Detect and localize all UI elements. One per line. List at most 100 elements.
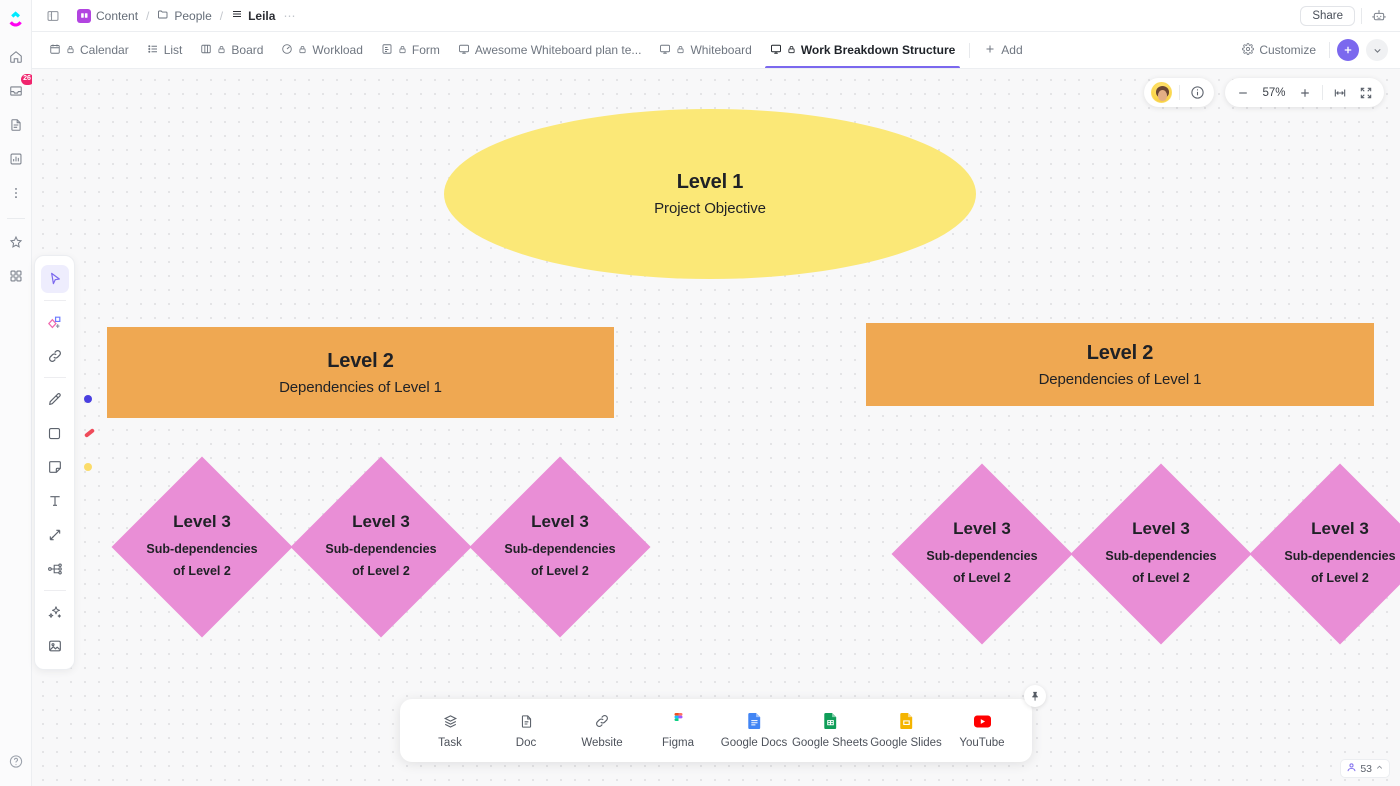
dock-item-google-sheets[interactable]: Google Sheets bbox=[792, 708, 868, 753]
dock-item-task[interactable]: Task bbox=[414, 708, 486, 753]
pen-color-dot[interactable] bbox=[83, 395, 92, 403]
dock-item-google-slides[interactable]: Google Slides bbox=[870, 708, 942, 753]
tool-rectangle[interactable] bbox=[41, 419, 95, 447]
pill-divider bbox=[1179, 85, 1180, 100]
node-level-2-left[interactable]: Level 2 Dependencies of Level 1 bbox=[107, 327, 614, 418]
node-level-3-a[interactable]: Level 3 Sub-dependencies of Level 2 bbox=[111, 456, 293, 638]
node-level-3-f-text: Level 3 Sub-dependencies of Level 2 bbox=[1255, 490, 1400, 618]
node-level-2-right[interactable]: Level 2 Dependencies of Level 1 bbox=[866, 323, 1374, 406]
node-level-3-d-subtitle: Sub-dependencies of Level 2 bbox=[926, 548, 1038, 585]
add-view-button[interactable]: Add bbox=[975, 32, 1031, 68]
tool-pen[interactable] bbox=[41, 385, 92, 413]
tab-form[interactable]: Form bbox=[372, 32, 449, 68]
tab-whiteboard[interactable]: Whiteboard bbox=[650, 32, 760, 68]
tab-label-board: Board bbox=[231, 43, 264, 57]
tool-shapes[interactable] bbox=[41, 308, 69, 336]
sidebar-item-docs[interactable] bbox=[3, 112, 29, 138]
dock-item-figma[interactable]: Figma bbox=[642, 708, 714, 753]
sidebar-item-inbox[interactable]: 26 bbox=[3, 74, 34, 104]
tool-sticky-note[interactable] bbox=[41, 453, 92, 481]
google-slides-icon bbox=[899, 712, 913, 730]
node-level-3-d-title: Level 3 bbox=[953, 518, 1011, 538]
customize-label: Customize bbox=[1259, 43, 1316, 57]
zoom-level[interactable]: 57% bbox=[1257, 87, 1291, 99]
help-circle-icon[interactable] bbox=[8, 754, 23, 774]
breadcrumb-separator-2: / bbox=[219, 8, 224, 23]
node-level-3-a-text: Level 3 Sub-dependencies of Level 2 bbox=[117, 483, 287, 611]
robot-ai-icon[interactable] bbox=[1368, 5, 1390, 27]
tab-label-awesome-whiteboard: Awesome Whiteboard plan te... bbox=[474, 43, 642, 57]
fit-width-icon[interactable] bbox=[1328, 81, 1352, 105]
sidebar-item-dashboards[interactable] bbox=[3, 146, 29, 172]
online-users-indicator[interactable]: 53 bbox=[1340, 759, 1390, 778]
tool-link[interactable] bbox=[41, 342, 69, 370]
list-icon bbox=[147, 43, 159, 58]
node-level-3-b[interactable]: Level 3 Sub-dependencies of Level 2 bbox=[290, 456, 472, 638]
node-level-3-e-title: Level 3 bbox=[1132, 518, 1190, 538]
breadcrumb-label-people: People bbox=[174, 8, 212, 23]
node-level-3-e[interactable]: Level 3 Sub-dependencies of Level 2 bbox=[1070, 463, 1252, 645]
tool-text[interactable] bbox=[41, 487, 69, 515]
sidebar-item-apps[interactable] bbox=[3, 263, 29, 289]
breadcrumb-item-leila[interactable]: Leila bbox=[228, 6, 278, 25]
tool-ai-magic[interactable] bbox=[41, 598, 69, 626]
breadcrumb-label-leila: Leila bbox=[248, 8, 276, 23]
folder-icon bbox=[157, 8, 169, 23]
tab-work-breakdown-structure[interactable]: Work Breakdown Structure bbox=[761, 32, 964, 68]
sidebar-toggle-icon[interactable] bbox=[42, 5, 64, 27]
node-level-3-f-title: Level 3 bbox=[1311, 518, 1369, 538]
dock-item-website[interactable]: Website bbox=[566, 708, 638, 753]
zoom-out-button[interactable] bbox=[1231, 81, 1255, 105]
sticky-color-dot[interactable] bbox=[83, 463, 92, 471]
tool-select[interactable] bbox=[40, 265, 69, 293]
tab-board[interactable]: Board bbox=[191, 32, 272, 68]
lock-icon bbox=[217, 43, 226, 57]
dock-item-google-docs[interactable]: Google Docs bbox=[718, 708, 790, 753]
gear-icon bbox=[1242, 42, 1255, 58]
tab-calendar[interactable]: Calendar bbox=[40, 32, 138, 68]
pin-icon[interactable] bbox=[1024, 685, 1046, 707]
calendar-icon bbox=[49, 43, 61, 58]
node-level-3-a-title: Level 3 bbox=[173, 511, 231, 531]
breadcrumb-more-icon[interactable]: ⋯ bbox=[283, 9, 295, 23]
node-level-3-e-subtitle: Sub-dependencies of Level 2 bbox=[1105, 548, 1217, 585]
zoom-in-button[interactable] bbox=[1293, 81, 1317, 105]
node-level-3-a-subtitle: Sub-dependencies of Level 2 bbox=[146, 541, 258, 578]
doc-icon bbox=[519, 712, 534, 730]
whiteboard-canvas[interactable]: Level 1 Project Objective Level 2 Depend… bbox=[32, 69, 1400, 786]
sidebar-item-home[interactable] bbox=[3, 44, 29, 70]
tab-workload[interactable]: Workload bbox=[272, 32, 371, 68]
header-divider bbox=[1361, 7, 1362, 24]
tab-label-form: Form bbox=[411, 43, 440, 57]
dock-label-doc: Doc bbox=[515, 737, 537, 749]
tab-list[interactable]: List bbox=[138, 32, 192, 68]
tool-connector[interactable] bbox=[41, 521, 69, 549]
top-header: Content / People / Leila ⋯ Share bbox=[32, 0, 1400, 32]
new-item-button[interactable] bbox=[1337, 39, 1359, 61]
breadcrumb-item-people[interactable]: People bbox=[154, 6, 214, 25]
tab-awesome-whiteboard[interactable]: Awesome Whiteboard plan te... bbox=[449, 32, 651, 68]
tool-image[interactable] bbox=[41, 632, 69, 660]
list-icon bbox=[231, 8, 243, 23]
dock-label-google-docs: Google Docs bbox=[720, 737, 788, 749]
youtube-icon bbox=[973, 712, 991, 730]
breadcrumb-item-content[interactable]: Content bbox=[74, 7, 141, 25]
share-button[interactable]: Share bbox=[1300, 5, 1355, 26]
sidebar-item-favorites[interactable] bbox=[3, 229, 29, 255]
dock-item-youtube[interactable]: YouTube bbox=[946, 708, 1018, 753]
dock-item-doc[interactable]: Doc bbox=[490, 708, 562, 753]
clickup-logo-icon[interactable] bbox=[5, 8, 27, 30]
lock-icon bbox=[298, 43, 307, 57]
new-item-dropdown-button[interactable] bbox=[1366, 39, 1388, 61]
node-level-3-f[interactable]: Level 3 Sub-dependencies of Level 2 bbox=[1249, 463, 1400, 645]
sidebar-item-more[interactable] bbox=[3, 180, 29, 206]
info-circle-icon[interactable] bbox=[1187, 83, 1207, 103]
fullscreen-icon[interactable] bbox=[1354, 81, 1378, 105]
node-level-3-c[interactable]: Level 3 Sub-dependencies of Level 2 bbox=[469, 456, 651, 638]
tool-mindmap[interactable] bbox=[41, 555, 69, 583]
customize-button[interactable]: Customize bbox=[1236, 40, 1322, 61]
user-avatar[interactable] bbox=[1151, 82, 1172, 103]
node-level-3-d[interactable]: Level 3 Sub-dependencies of Level 2 bbox=[891, 463, 1073, 645]
lock-icon bbox=[787, 43, 796, 57]
node-level-1[interactable]: Level 1 Project Objective bbox=[444, 109, 976, 279]
